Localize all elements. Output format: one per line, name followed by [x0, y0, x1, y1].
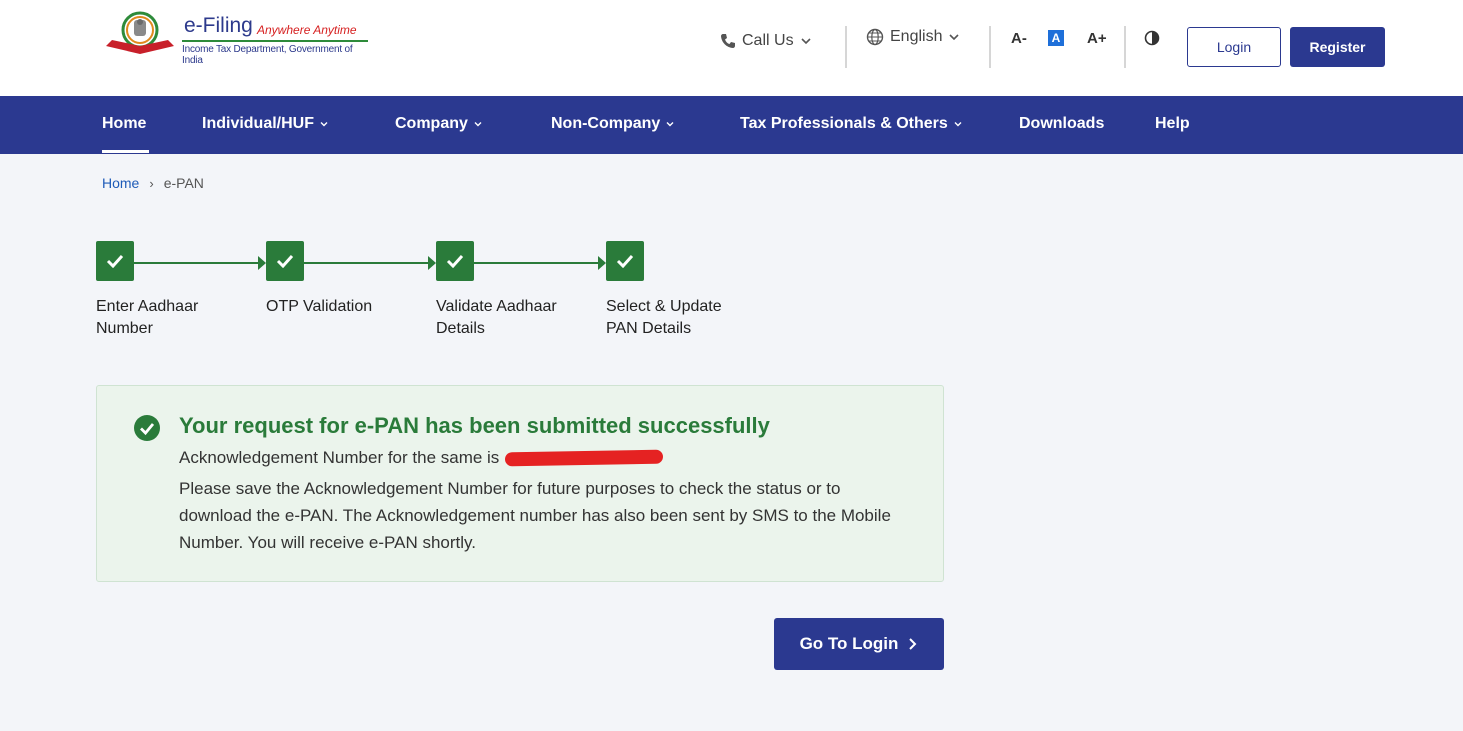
step-4-label: Select & Update PAN Details	[606, 296, 756, 340]
check-icon	[276, 254, 294, 268]
go-to-login-button[interactable]: Go To Login	[774, 618, 944, 670]
chevron-down-icon	[954, 122, 962, 127]
step-label-line: PAN Details	[606, 320, 692, 337]
step-arrow	[428, 256, 436, 270]
step-1-check	[96, 241, 134, 281]
success-alert: Your request for e-PAN has been submitte…	[96, 385, 944, 582]
nav-item-label: Non-Company	[551, 115, 661, 132]
nav-item-label: Tax Professionals & Others	[740, 115, 948, 132]
header-divider	[845, 26, 847, 68]
font-increase-button[interactable]: A+	[1087, 30, 1107, 47]
breadcrumb-separator: ›	[149, 175, 154, 191]
emblem-icon	[106, 11, 174, 54]
nav-item-label: Downloads	[1019, 115, 1105, 132]
logo-title: e-Filing	[184, 14, 253, 37]
phone-icon	[721, 34, 735, 48]
chevron-down-icon	[949, 34, 960, 41]
check-icon	[616, 254, 634, 268]
step-1-label: Enter Aadhaar Number	[96, 296, 246, 340]
step-2-label: OTP Validation	[266, 296, 416, 318]
nav-active-indicator	[102, 150, 149, 153]
nav-item-tax-professionals[interactable]: Tax Professionals & Others	[740, 115, 963, 133]
header-divider	[1124, 26, 1126, 68]
login-button[interactable]: Login	[1187, 27, 1281, 67]
step-label-line: Enter Aadhaar	[96, 298, 199, 315]
check-icon	[446, 254, 464, 268]
font-decrease-button[interactable]: A-	[1011, 30, 1027, 47]
logo-tagline: Anywhere Anytime	[257, 23, 357, 37]
step-arrow	[598, 256, 606, 270]
logo-divider	[182, 40, 368, 42]
success-check-icon	[134, 415, 160, 441]
step-label-line: Details	[436, 320, 485, 337]
success-body: Please save the Acknowledgement Number f…	[179, 479, 891, 552]
call-us-dropdown[interactable]: Call Us	[720, 32, 812, 50]
step-connector	[474, 262, 598, 264]
step-4-check	[606, 241, 644, 281]
nav-item-label: Help	[1155, 115, 1190, 132]
call-us-label: Call Us	[742, 32, 794, 49]
contrast-toggle-icon[interactable]	[1144, 30, 1160, 46]
register-button[interactable]: Register	[1290, 27, 1385, 67]
nav-item-downloads[interactable]: Downloads	[1019, 115, 1104, 133]
breadcrumb-current: e-PAN	[163, 175, 204, 191]
language-dropdown[interactable]: English	[866, 28, 960, 46]
acknowledgement-line: Acknowledgement Number for the same is	[179, 448, 664, 468]
breadcrumb: Home › e-PAN	[102, 175, 204, 191]
chevron-down-icon	[666, 122, 674, 127]
step-3-check	[436, 241, 474, 281]
nav-item-label: Company	[395, 115, 468, 132]
step-label-line: Select & Update	[606, 298, 722, 315]
nav-item-company[interactable]: Company	[395, 115, 483, 133]
nav-item-non-company[interactable]: Non-Company	[551, 115, 675, 133]
redacted-acknowledgement-number	[505, 449, 664, 467]
main-nav: Home Individual/HUF Company Non-Company …	[0, 96, 1463, 154]
step-label-line: OTP Validation	[266, 298, 373, 315]
step-3-label: Validate Aadhaar Details	[436, 296, 586, 340]
step-label-line: Validate Aadhaar	[436, 298, 557, 315]
nav-item-help[interactable]: Help	[1155, 115, 1190, 133]
step-2-check	[266, 241, 304, 281]
step-connector	[134, 262, 258, 264]
globe-icon	[866, 28, 884, 46]
header: e-Filing Anywhere Anytime Income Tax Dep…	[0, 0, 1463, 96]
nav-item-home[interactable]: Home	[102, 115, 146, 133]
header-divider	[989, 26, 991, 68]
nav-item-individual-huf[interactable]: Individual/HUF	[202, 115, 329, 133]
chevron-down-icon	[474, 122, 482, 127]
chevron-down-icon	[800, 38, 811, 45]
step-arrow	[258, 256, 266, 270]
nav-item-label: Home	[102, 115, 147, 132]
efiling-logo[interactable]: e-Filing Anywhere Anytime Income Tax Dep…	[102, 10, 372, 66]
nav-item-label: Individual/HUF	[202, 115, 314, 132]
step-label-line: Number	[96, 320, 153, 337]
chevron-down-icon	[320, 122, 328, 127]
step-connector	[304, 262, 428, 264]
check-icon	[106, 254, 124, 268]
chevron-right-icon	[909, 638, 917, 650]
font-normal-button[interactable]: A	[1048, 30, 1064, 46]
acknowledgement-prefix: Acknowledgement Number for the same is	[179, 448, 500, 467]
language-label: English	[890, 28, 943, 45]
go-to-login-label: Go To Login	[799, 634, 899, 653]
logo-subtitle: Income Tax Department, Government of Ind…	[182, 44, 353, 66]
success-title: Your request for e-PAN has been submitte…	[179, 413, 770, 438]
breadcrumb-home-link[interactable]: Home	[102, 175, 139, 191]
